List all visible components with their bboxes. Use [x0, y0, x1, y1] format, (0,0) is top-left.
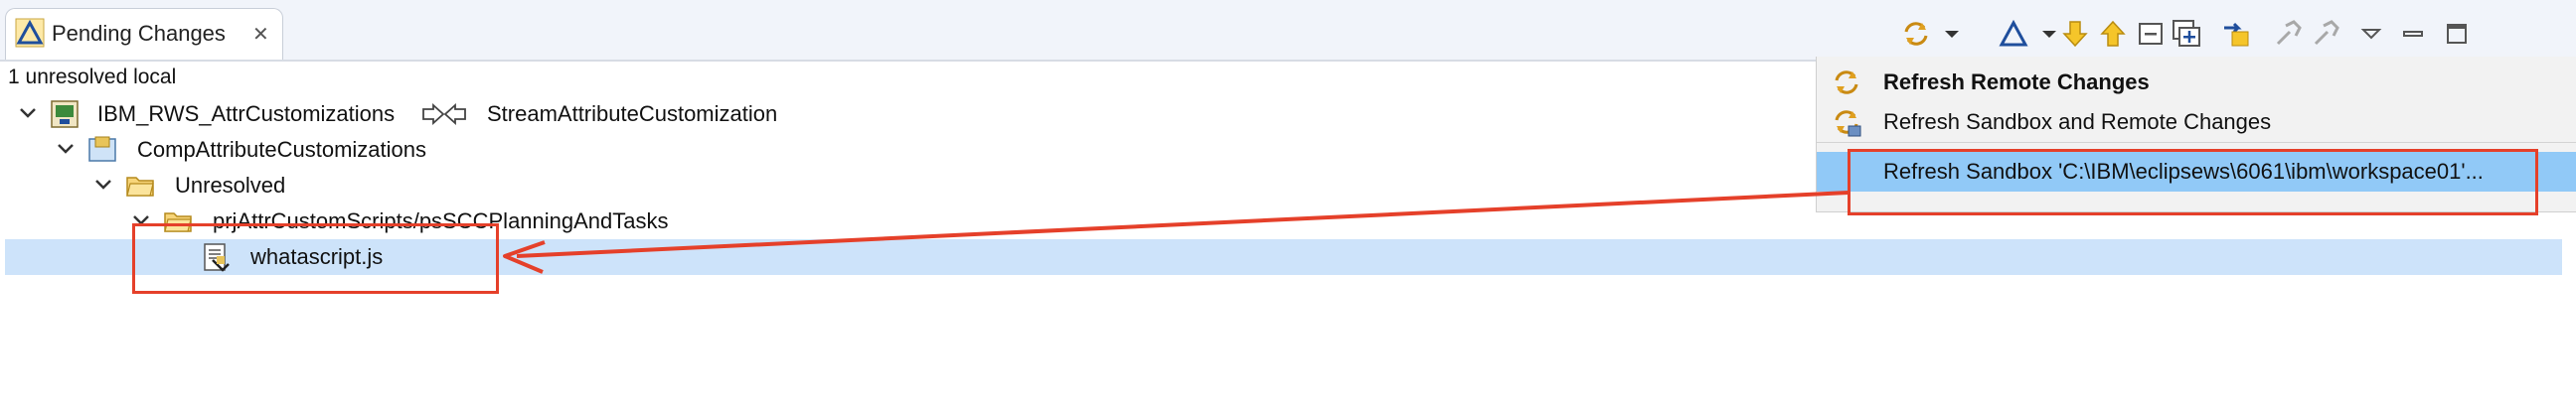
- minimize-icon[interactable]: [2397, 18, 2429, 50]
- accept-icon[interactable]: [2220, 18, 2252, 50]
- refresh-remote-icon: [1835, 70, 1858, 94]
- up-arrow-icon[interactable]: [2097, 18, 2129, 50]
- tool-icon[interactable]: [2272, 18, 2304, 50]
- menu-item-label: Refresh Remote Changes: [1883, 69, 2150, 94]
- close-icon[interactable]: ✕: [252, 22, 269, 47]
- flow-arrows-icon: [422, 103, 466, 125]
- menu-item-refresh-remote[interactable]: Refresh Remote Changes: [1817, 63, 2576, 102]
- tree-row-repository[interactable]: IBM_RWS_AttrCustomizations StreamAttribu…: [0, 97, 894, 131]
- pending-changes-icon: [15, 18, 45, 48]
- pending-changes-view: Pending Changes ✕ 1 unresolved local IBM…: [0, 0, 2576, 407]
- menu-separator: [1817, 142, 2576, 143]
- workspace-icon: [51, 100, 79, 128]
- expand-all-icon[interactable]: [2171, 18, 2202, 50]
- tab-pending-changes[interactable]: Pending Changes ✕: [5, 8, 283, 60]
- tree-row-unresolved[interactable]: Unresolved: [0, 169, 497, 203]
- chevron-down-icon[interactable]: [56, 139, 76, 159]
- down-arrow-icon[interactable]: [2059, 18, 2091, 50]
- tab-title: Pending Changes: [52, 21, 226, 46]
- delta-icon[interactable]: [1998, 18, 2029, 50]
- status-label: 1 unresolved local: [8, 66, 177, 88]
- annotation-box-file: [132, 223, 499, 294]
- collapse-all-icon[interactable]: [2135, 18, 2167, 50]
- dropdown-arrow-icon[interactable]: [2033, 18, 2056, 50]
- annotation-box-menu: [1848, 149, 2538, 215]
- tree-row-component[interactable]: CompAttributeCustomizations: [0, 133, 696, 167]
- tool-icon[interactable]: [2310, 18, 2341, 50]
- refresh-icon[interactable]: [1900, 18, 1932, 50]
- refresh-sandbox-remote-icon: [1835, 110, 1861, 137]
- folder-icon: [126, 177, 154, 197]
- chevron-down-icon[interactable]: [18, 103, 38, 123]
- tree-label: CompAttributeCustomizations: [137, 137, 427, 162]
- tree-label: Unresolved: [175, 173, 286, 198]
- component-icon: [88, 136, 116, 162]
- maximize-icon[interactable]: [2441, 18, 2473, 50]
- menu-item-refresh-sandbox-remote[interactable]: Refresh Sandbox and Remote Changes: [1817, 102, 2576, 142]
- tab-bar: Pending Changes ✕: [0, 0, 2576, 62]
- menu-item-label: Refresh Sandbox and Remote Changes: [1883, 109, 2272, 134]
- dropdown-arrow-icon[interactable]: [1936, 18, 1959, 50]
- chevron-down-icon[interactable]: [93, 175, 113, 195]
- tree-label: IBM_RWS_AttrCustomizations: [97, 101, 396, 126]
- tree-label-target: StreamAttributeCustomization: [487, 101, 778, 126]
- view-menu-icon[interactable]: [2355, 18, 2387, 50]
